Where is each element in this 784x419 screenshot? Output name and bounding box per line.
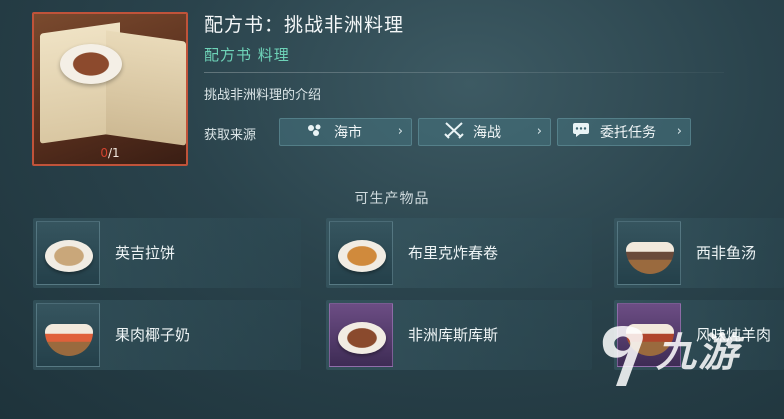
crossed-swords-icon bbox=[443, 121, 465, 143]
nine-game-logo-icon bbox=[602, 326, 643, 386]
plate-icon bbox=[338, 240, 386, 272]
owned-value: 0 bbox=[100, 146, 108, 160]
total-value: /1 bbox=[107, 146, 120, 160]
product-name: 果肉椰子奶 bbox=[115, 326, 191, 344]
product-thumbnail bbox=[329, 221, 393, 285]
dish-illustration bbox=[60, 44, 122, 84]
chevron-right-icon: › bbox=[676, 124, 682, 139]
product-thumbnail bbox=[36, 303, 100, 367]
recipe-book-card: 0/1 bbox=[32, 12, 188, 166]
source-button-sea-market[interactable]: 海市 › bbox=[279, 118, 412, 146]
source-button-label: 委托任务 bbox=[600, 125, 656, 141]
source-button-label: 海市 bbox=[334, 125, 362, 141]
plate-icon bbox=[45, 240, 93, 272]
product-thumbnail bbox=[329, 303, 393, 367]
divider bbox=[204, 72, 724, 73]
watermark-text: 九游 bbox=[656, 330, 740, 376]
chat-bubble-icon bbox=[570, 122, 592, 142]
chevron-right-icon: › bbox=[536, 124, 542, 139]
item-category: 配方书 料理 bbox=[204, 46, 290, 64]
market-icon bbox=[304, 123, 326, 141]
product-item[interactable]: 英吉拉饼 bbox=[33, 218, 301, 288]
section-title: 可生产物品 bbox=[354, 191, 430, 207]
product-item[interactable]: 布里克炸春卷 bbox=[326, 218, 592, 288]
product-name: 西非鱼汤 bbox=[696, 244, 757, 262]
product-thumbnail bbox=[617, 221, 681, 285]
page-title: 配方书：挑战非洲料理 bbox=[204, 14, 405, 36]
chevron-right-icon: › bbox=[397, 124, 403, 139]
product-item[interactable]: 西非鱼汤 bbox=[614, 218, 784, 288]
product-name: 英吉拉饼 bbox=[115, 244, 176, 262]
product-thumbnail bbox=[36, 221, 100, 285]
bowl-icon bbox=[626, 242, 674, 274]
source-button-naval-battle[interactable]: 海战 › bbox=[418, 118, 551, 146]
source-label: 获取来源 bbox=[204, 128, 257, 143]
source-button-commission[interactable]: 委托任务 › bbox=[557, 118, 691, 146]
book-page-right bbox=[106, 30, 186, 146]
watermark-logo: 九游 bbox=[588, 318, 778, 398]
owned-count: 0/1 bbox=[34, 146, 186, 160]
product-item[interactable]: 果肉椰子奶 bbox=[33, 300, 301, 370]
bowl-icon bbox=[45, 324, 93, 356]
source-button-label: 海战 bbox=[473, 125, 501, 141]
item-description: 挑战非洲料理的介绍 bbox=[204, 88, 322, 103]
product-name: 布里克炸春卷 bbox=[408, 244, 499, 262]
product-item[interactable]: 非洲库斯库斯 bbox=[326, 300, 592, 370]
plate-icon bbox=[338, 322, 386, 354]
product-name: 非洲库斯库斯 bbox=[408, 326, 499, 344]
